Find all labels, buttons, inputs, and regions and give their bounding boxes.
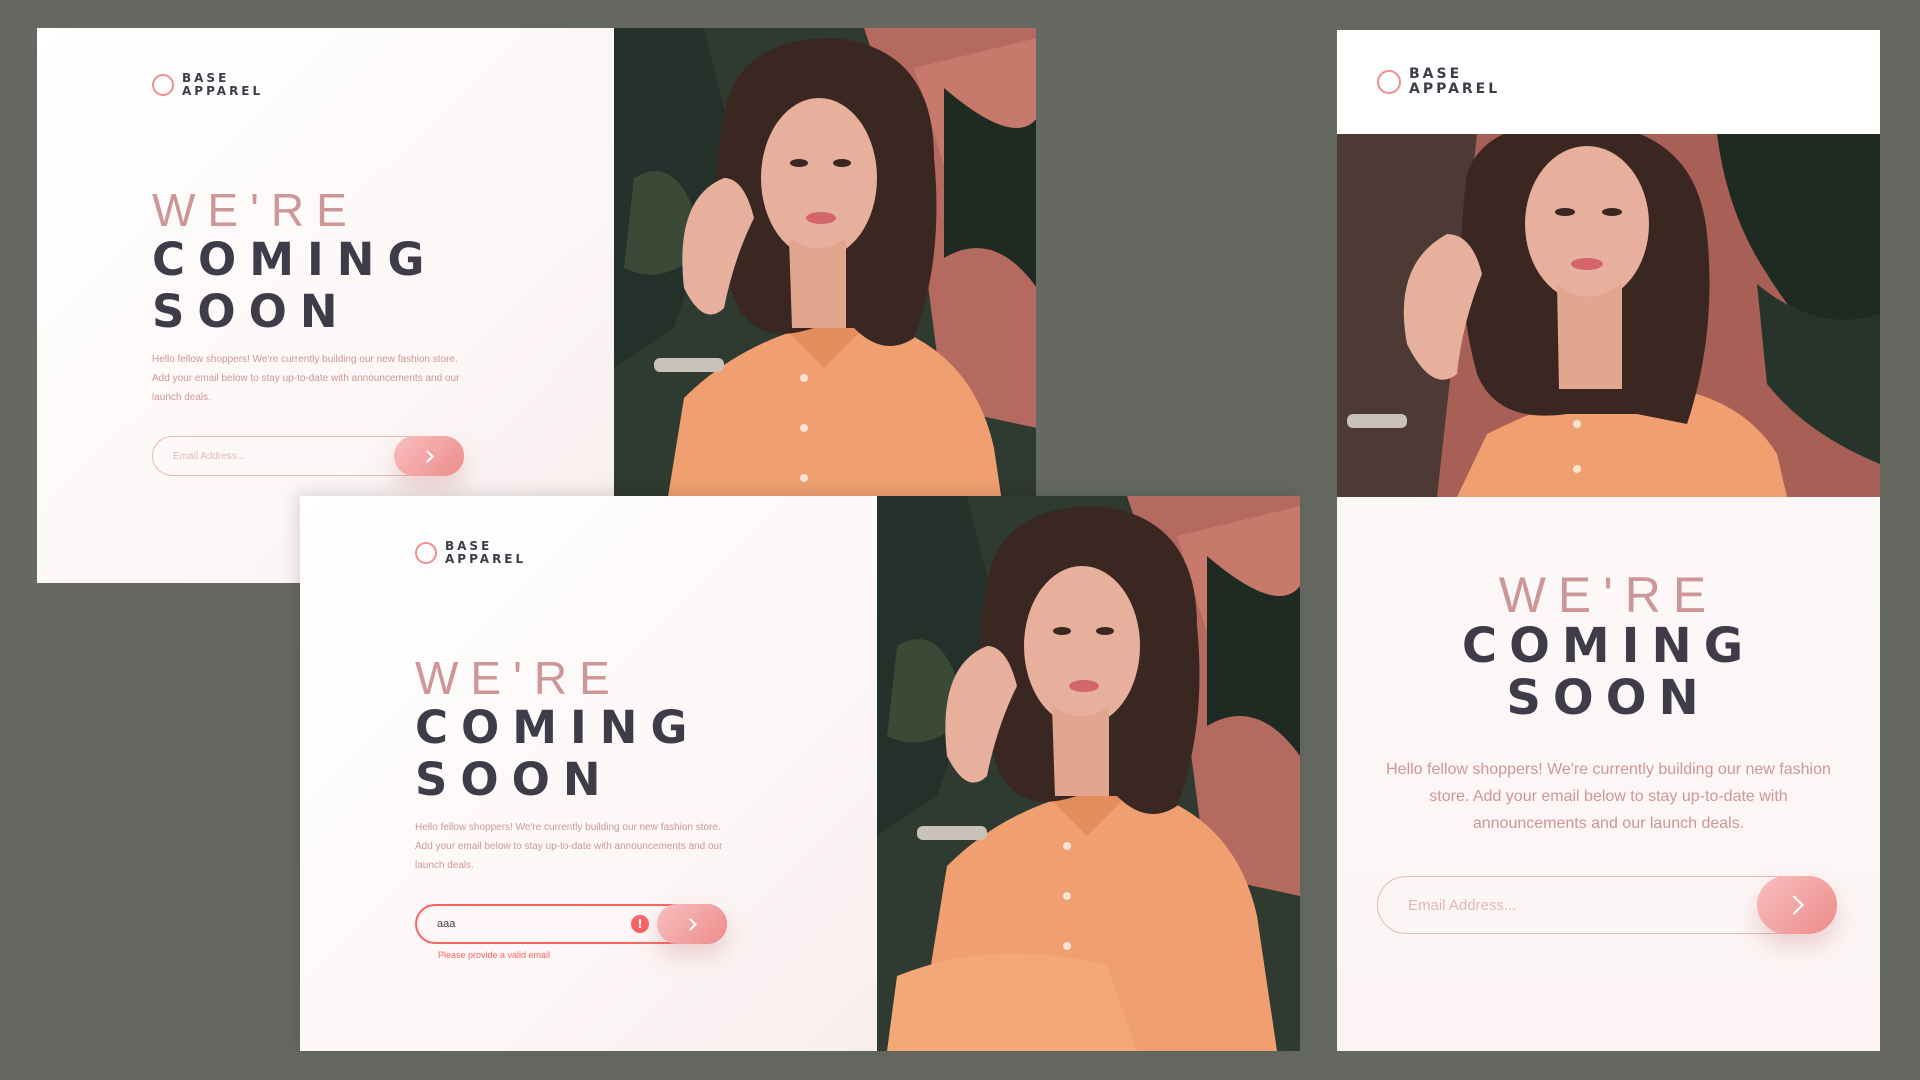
desktop-preview-error: BASE APPAREL WE'RE COMING SOON Hello fel…: [300, 496, 1300, 1051]
error-icon: !: [631, 915, 649, 933]
error-message: Please provide a valid email: [438, 950, 551, 960]
chevron-right-icon: [683, 917, 697, 931]
headline-line-3: SOON: [415, 753, 614, 806]
submit-button[interactable]: [1757, 876, 1837, 934]
email-input[interactable]: [1378, 877, 1738, 933]
hero-image: [1337, 134, 1880, 497]
brand-logo[interactable]: BASE APPAREL: [1377, 67, 1500, 96]
headline-line-2: COMING: [415, 701, 701, 754]
email-input[interactable]: [153, 437, 393, 475]
email-form-error: !: [415, 904, 727, 944]
submit-button[interactable]: [657, 904, 727, 944]
intro-text: Hello fellow shoppers! We're currently b…: [1386, 761, 1831, 832]
email-form: [1377, 876, 1837, 934]
page-headline: WE'RE COMING SOON: [1337, 570, 1880, 724]
brand-line-2: APPAREL: [445, 551, 527, 566]
brand-logo[interactable]: BASE APPAREL: [415, 540, 526, 565]
page-headline: WE'RE COMING SOON: [152, 186, 437, 338]
mobile-preview: BASE APPAREL WE'RE COMING SOON Hello fel…: [1337, 30, 1880, 1051]
mobile-header: BASE APPAREL: [1337, 30, 1880, 134]
circle-logo-icon: [415, 541, 437, 564]
brand-line-1: BASE: [182, 71, 230, 85]
headline-line-3: SOON: [152, 285, 351, 338]
hero-image: [877, 496, 1300, 1051]
intro-text: Hello fellow shoppers! We're currently b…: [152, 354, 460, 403]
page-headline: WE'RE COMING SOON: [415, 654, 700, 806]
brand-line-1: BASE: [1409, 66, 1463, 82]
chevron-right-icon: [420, 449, 434, 463]
brand-line-2: APPAREL: [1409, 80, 1501, 97]
headline-line-3: SOON: [1506, 670, 1711, 726]
circle-logo-icon: [1377, 69, 1401, 94]
headline-line-2: COMING: [152, 233, 438, 286]
intro-text: Hello fellow shoppers! We're currently b…: [415, 822, 723, 871]
brand-line-2: APPAREL: [182, 83, 264, 98]
headline-line-2: COMING: [1461, 618, 1756, 674]
brand-logo[interactable]: BASE APPAREL: [152, 72, 263, 97]
hero-photo: [1337, 134, 1880, 497]
brand-line-1: BASE: [445, 539, 493, 553]
email-form: [152, 436, 464, 476]
headline-light: WE'RE: [415, 652, 622, 704]
hero-photo: [877, 496, 1300, 1051]
chevron-right-icon: [1784, 895, 1804, 915]
submit-button[interactable]: [394, 436, 464, 476]
headline-light: WE'RE: [152, 184, 359, 236]
headline-light: WE'RE: [1498, 567, 1719, 623]
desktop-content-column: BASE APPAREL WE'RE COMING SOON Hello fel…: [300, 496, 877, 1051]
circle-logo-icon: [152, 73, 174, 96]
email-input[interactable]: [417, 906, 617, 942]
